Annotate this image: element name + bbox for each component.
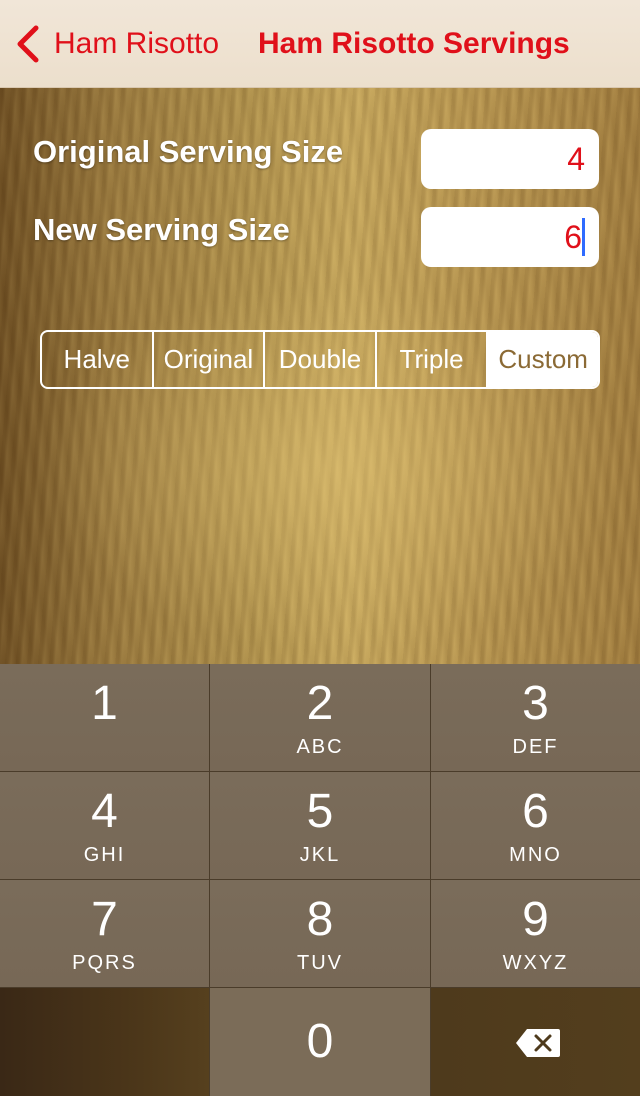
segment-custom[interactable]: Custom	[488, 332, 598, 387]
key-letters: ABC	[296, 736, 344, 758]
new-serving-size-label: New Serving Size	[33, 212, 290, 247]
key-2[interactable]: 2 ABC	[210, 664, 431, 772]
segment-original[interactable]: Original	[154, 332, 266, 387]
key-digit: 1	[91, 677, 118, 730]
back-button[interactable]: Ham Risotto	[14, 22, 219, 66]
key-3[interactable]: 3 DEF	[431, 664, 640, 772]
segment-halve[interactable]: Halve	[42, 332, 154, 387]
key-digit: 9	[522, 893, 549, 946]
backspace-key[interactable]	[431, 988, 640, 1096]
key-8[interactable]: 8 TUV	[210, 880, 431, 988]
new-serving-size-field[interactable]: 6	[421, 207, 599, 267]
back-button-label: Ham Risotto	[54, 27, 220, 60]
key-digit: 0	[306, 1015, 334, 1068]
key-digit: 4	[91, 785, 118, 838]
new-serving-size-value: 6	[564, 219, 582, 255]
navigation-bar: Ham Risotto Ham Risotto Servings	[0, 0, 640, 88]
key-9[interactable]: 9 WXYZ	[431, 880, 640, 988]
key-letters: WXYZ	[502, 952, 569, 974]
numeric-keypad: 1 2 ABC 3 DEF 4 GHI 5 JKL 6 MNO 7 PQRS 8…	[0, 664, 640, 1096]
key-letters: DEF	[512, 736, 559, 758]
key-0[interactable]: 0	[210, 988, 431, 1096]
key-blank	[0, 988, 210, 1096]
key-digit: 6	[522, 785, 549, 838]
original-serving-size-label: Original Serving Size	[33, 134, 344, 169]
backspace-icon	[516, 1029, 560, 1057]
key-letters: MNO	[509, 844, 562, 866]
page-title: Ham Risotto Servings	[258, 27, 570, 60]
key-digit: 2	[306, 677, 334, 730]
original-serving-size-value: 4	[567, 141, 585, 177]
key-digit: 8	[306, 893, 334, 946]
key-5[interactable]: 5 JKL	[210, 772, 431, 880]
key-digit: 3	[522, 677, 549, 730]
key-letters: PQRS	[72, 952, 137, 974]
key-letters: GHI	[83, 844, 126, 866]
key-digit: 5	[306, 785, 334, 838]
chevron-left-icon	[17, 25, 39, 63]
key-6[interactable]: 6 MNO	[431, 772, 640, 880]
segment-double[interactable]: Double	[265, 332, 377, 387]
original-serving-size-field[interactable]: 4	[421, 129, 599, 189]
key-1[interactable]: 1	[0, 664, 210, 772]
scale-segmented-control: Halve Original Double Triple Custom	[40, 330, 600, 389]
key-digit: 7	[91, 893, 118, 946]
segment-triple[interactable]: Triple	[377, 332, 489, 387]
key-letters: TUV	[297, 952, 343, 974]
key-letters: JKL	[299, 844, 341, 866]
text-cursor	[582, 217, 585, 256]
key-7[interactable]: 7 PQRS	[0, 880, 210, 988]
key-4[interactable]: 4 GHI	[0, 772, 210, 880]
